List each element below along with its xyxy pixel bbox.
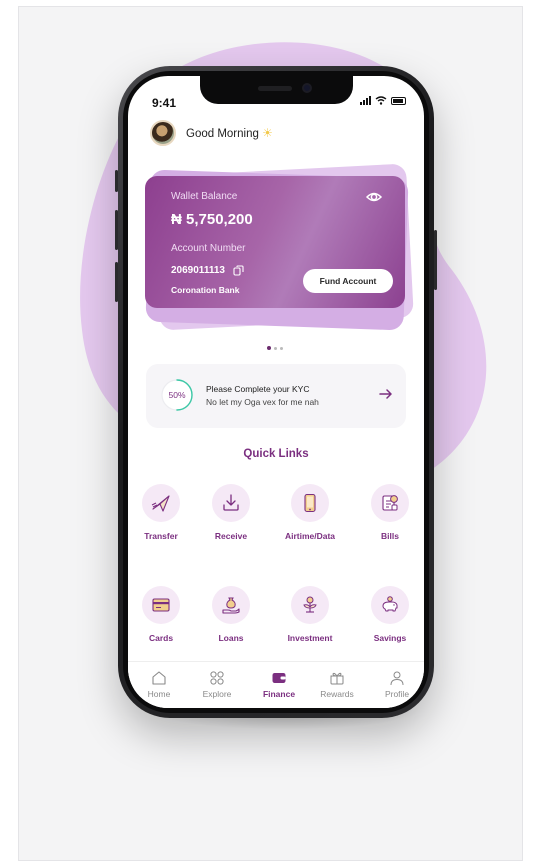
silent-switch — [115, 170, 118, 192]
wallet-card[interactable]: Wallet Balance ₦ 5,750,200 Account Numbe… — [145, 176, 405, 308]
bill-icon — [371, 484, 409, 522]
tab-bar: Home Explore Finance Rewards Profile — [128, 661, 424, 708]
tab-label: Finance — [262, 689, 296, 699]
quick-link-loans[interactable]: Loans — [196, 586, 266, 643]
quick-link-investment[interactable]: Investment — [275, 586, 345, 643]
quick-link-airtime-data[interactable]: Airtime/Data — [275, 484, 345, 541]
quick-link-cards[interactable]: Cards — [128, 586, 196, 643]
kyc-title: Please Complete your KYC — [206, 384, 310, 394]
balance-label: Wallet Balance — [171, 191, 238, 202]
arrow-right-icon[interactable] — [378, 386, 394, 402]
quick-link-receive[interactable]: Receive — [196, 484, 266, 541]
kyc-percent: 50% — [168, 390, 186, 400]
tab-explore[interactable]: Explore — [192, 670, 242, 699]
paper-plane-icon — [142, 484, 180, 522]
status-icons — [360, 96, 406, 105]
carousel-dot[interactable] — [267, 346, 271, 350]
home-icon — [152, 671, 166, 685]
account-number-label: Account Number — [171, 243, 246, 254]
quick-link-label: Loans — [218, 633, 244, 643]
volume-up-button — [115, 210, 118, 250]
eye-icon[interactable] — [365, 188, 383, 206]
tab-label: Explore — [202, 689, 232, 699]
quick-link-label: Savings — [373, 633, 407, 643]
quick-link-label: Cards — [148, 633, 174, 643]
piggy-bank-icon — [371, 586, 409, 624]
quick-link-savings[interactable]: Savings — [355, 586, 424, 643]
front-camera — [302, 83, 312, 93]
quick-link-transfer[interactable]: Transfer — [128, 484, 196, 541]
status-time: 9:41 — [152, 96, 177, 110]
bank-name: Coronation Bank — [171, 285, 240, 295]
signal-icon — [360, 96, 371, 105]
user-icon — [390, 671, 404, 686]
notch — [200, 76, 353, 104]
carousel-dot[interactable] — [274, 346, 277, 350]
tab-home[interactable]: Home — [134, 670, 184, 699]
grid-icon — [210, 671, 224, 685]
fund-account-button[interactable]: Fund Account — [303, 269, 393, 293]
power-button — [434, 230, 437, 290]
quick-links-title: Quick Links — [243, 448, 309, 460]
tab-finance[interactable]: Finance — [254, 670, 304, 699]
greeting-label: Good Morning — [186, 128, 259, 140]
tab-profile[interactable]: Profile — [372, 670, 422, 699]
wallet-balance: ₦ 5,750,200 — [171, 211, 253, 228]
phone-screen: 9:41 Good Morning ☀ Wallet Balance ₦ 5,7… — [128, 76, 424, 708]
phone-icon — [291, 484, 329, 522]
download-tray-icon — [212, 484, 250, 522]
quick-link-label: Transfer — [144, 531, 178, 541]
plant-coin-icon — [291, 586, 329, 624]
copy-icon[interactable] — [233, 265, 244, 276]
tab-label: Rewards — [320, 689, 354, 699]
greeting-row: Good Morning ☀ — [150, 120, 273, 146]
speaker — [258, 86, 292, 91]
kyc-subtitle: No let my Oga vex for me nah — [206, 397, 319, 407]
greeting-text: Good Morning ☀ — [186, 126, 273, 140]
quick-link-label: Airtime/Data — [284, 531, 336, 541]
quick-link-label: Bills — [381, 531, 399, 541]
tab-rewards[interactable]: Rewards — [312, 670, 362, 699]
avatar[interactable] — [150, 120, 176, 146]
kyc-banner[interactable]: 50% Please Complete your KYC No let my O… — [146, 364, 406, 428]
card-icon — [142, 586, 180, 624]
account-number-row: 2069011113 — [171, 265, 244, 276]
tab-label: Home — [147, 689, 171, 699]
quick-link-bills[interactable]: Bills — [355, 484, 424, 541]
wifi-icon — [375, 96, 387, 105]
money-bag-hand-icon — [212, 586, 250, 624]
carousel-dot[interactable] — [280, 346, 283, 350]
account-number: 2069011113 — [171, 265, 225, 276]
quick-link-label: Receive — [214, 531, 248, 541]
sun-icon: ☀ — [262, 126, 273, 140]
quick-link-label: Investment — [287, 633, 333, 643]
tab-label: Profile — [384, 689, 410, 699]
wallet-icon — [272, 673, 286, 683]
volume-down-button — [115, 262, 118, 302]
gift-icon — [330, 672, 344, 685]
carousel-dots — [267, 346, 283, 350]
battery-icon — [391, 96, 406, 105]
